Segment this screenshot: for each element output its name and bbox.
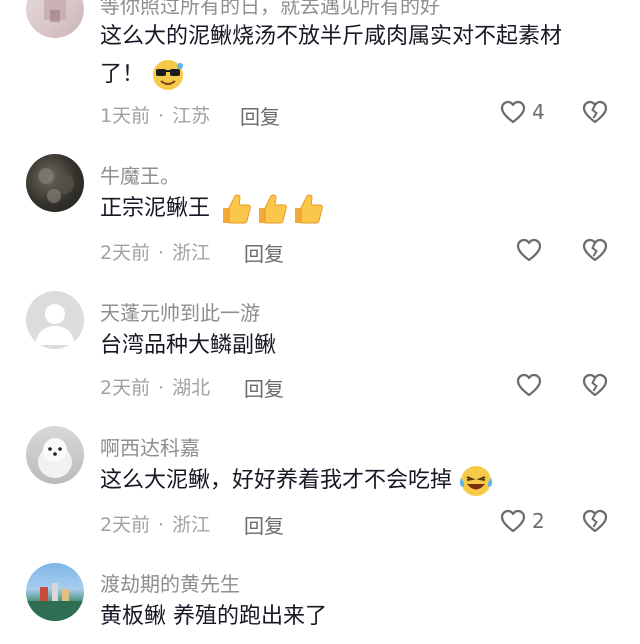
comment-username[interactable]: 牛魔王。 [100,160,180,189]
avatar-image [26,583,84,621]
broken-heart-icon [582,238,608,262]
heart-icon [516,373,542,397]
comment-time: 2天前 [100,377,151,399]
comment-meta: 2天前 · 浙江 [100,510,210,537]
comment-text: 这么大泥鳅，好好养着我才不会吃掉 [100,462,493,500]
heart-icon [500,509,526,533]
like-button[interactable] [516,373,548,397]
comment-username[interactable]: 渡劫期的黄先生 [100,568,240,597]
like-button[interactable]: 2 [500,509,545,533]
separator-dot: · [158,242,165,264]
avatar[interactable] [26,563,84,621]
comment-time: 2天前 [100,514,151,536]
comment-text-line: 台湾品种大鳞副鳅 [100,333,277,358]
avatar[interactable] [26,154,84,212]
dislike-button[interactable] [582,100,608,124]
avatar[interactable] [26,426,84,484]
comment-location: 浙江 [172,514,211,536]
avatar-image [38,168,74,203]
comment-text-line: 黄板鳅 养殖的跑出来了 [100,604,327,629]
dislike-button[interactable] [582,373,608,397]
avatar-image [38,438,72,478]
comment-meta: 1天前 · 江苏 [100,101,210,128]
separator-dot: · [158,105,165,127]
comment-username[interactable]: 等你照过所有的日，就去遇见所有的好 [100,0,440,19]
reply-button[interactable]: 回复 [244,510,284,539]
thumbs-up-emoji [217,192,327,226]
comment-text: 台湾品种大鳞副鳅 [100,327,276,365]
laughing-tears-emoji [459,464,493,498]
like-count: 2 [532,509,545,533]
comment-meta: 2天前 · 浙江 [100,238,210,265]
broken-heart-icon [582,100,608,124]
like-count: 4 [532,100,545,124]
comment-text: 这么大的泥鳅烧汤不放半斤咸肉属实对不起素材 [100,18,562,56]
default-avatar-icon [35,304,75,345]
dislike-button[interactable] [582,238,608,262]
broken-heart-icon [582,373,608,397]
reply-button[interactable]: 回复 [244,373,284,402]
like-button[interactable]: 4 [500,100,545,124]
comment-time: 2天前 [100,242,151,264]
comment-text-line: 这么大泥鳅，好好养着我才不会吃掉 [100,468,453,493]
comment-text-line: 这么大的泥鳅烧汤不放半斤咸肉属实对不起素材 [100,24,563,49]
separator-dot: · [158,514,165,536]
reply-button[interactable]: 回复 [244,238,284,267]
like-button[interactable] [516,238,548,262]
comment-text: 正宗泥鳅王 [100,190,327,228]
comment-location: 湖北 [172,377,211,399]
avatar[interactable] [26,0,84,38]
heart-icon [500,100,526,124]
comment-meta: 2天前 · 湖北 [100,373,210,400]
dislike-button[interactable] [582,509,608,533]
comment-username[interactable]: 啊西达科嘉 [100,432,200,461]
comment-text-line: 了！ [100,62,145,87]
reply-button[interactable]: 回复 [240,101,280,130]
comment-text-line: 正宗泥鳅王 [100,196,211,221]
avatar-image [44,0,66,22]
comment-text: 了！ [100,56,185,94]
comment-text: 黄板鳅 养殖的跑出来了 [100,598,327,636]
broken-heart-icon [582,509,608,533]
cool-face-emoji [151,58,185,92]
avatar[interactable] [26,291,84,349]
heart-icon [516,238,542,262]
comment-location: 江苏 [172,105,211,127]
comment-username[interactable]: 天蓬元帅到此一游 [100,297,260,326]
comment-location: 浙江 [172,242,211,264]
separator-dot: · [158,377,165,399]
comment-time: 1天前 [100,105,151,127]
